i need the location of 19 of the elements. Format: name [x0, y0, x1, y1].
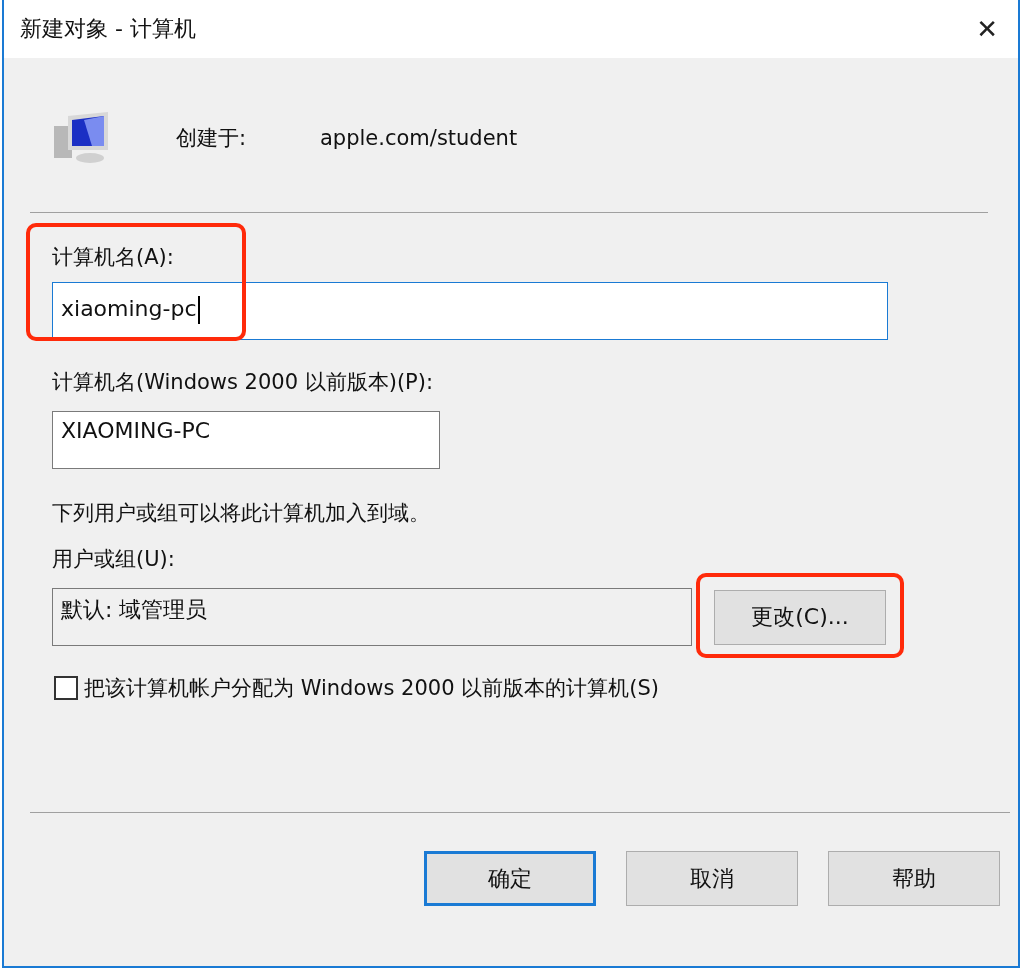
window-title: 新建对象 - 计算机: [20, 15, 196, 43]
dialog-button[interactable]: 取消: [626, 851, 798, 906]
container-path: apple.com/student: [320, 126, 518, 150]
computer-icon: [54, 112, 110, 164]
legacy-name-field[interactable]: XIAOMING-PC: [52, 411, 440, 469]
created-in-label: 创建于:: [176, 125, 248, 152]
checkbox-label: 把该计算机帐户分配为 Windows 2000 以前版本的计算机(S): [84, 675, 659, 702]
user-group-field: 默认: 域管理员: [52, 588, 692, 646]
dialog-button[interactable]: 确定: [424, 851, 596, 906]
user-group-label: 用户或组(U):: [52, 546, 176, 573]
computer-name-field[interactable]: xiaoming-pc: [52, 282, 888, 340]
computer-name-label: 计算机名(A):: [52, 244, 175, 271]
text-caret: [197, 296, 200, 324]
change-button[interactable]: 更改(C)...: [714, 589, 886, 645]
join-note: 下列用户或组可以将此计算机加入到域。: [52, 500, 431, 527]
close-button[interactable]: ✕: [970, 14, 1004, 44]
legacy-name-label: 计算机名(Windows 2000 以前版本)(P):: [52, 369, 435, 396]
dialog-button[interactable]: 帮助: [828, 851, 1000, 906]
checkbox[interactable]: [54, 676, 78, 700]
